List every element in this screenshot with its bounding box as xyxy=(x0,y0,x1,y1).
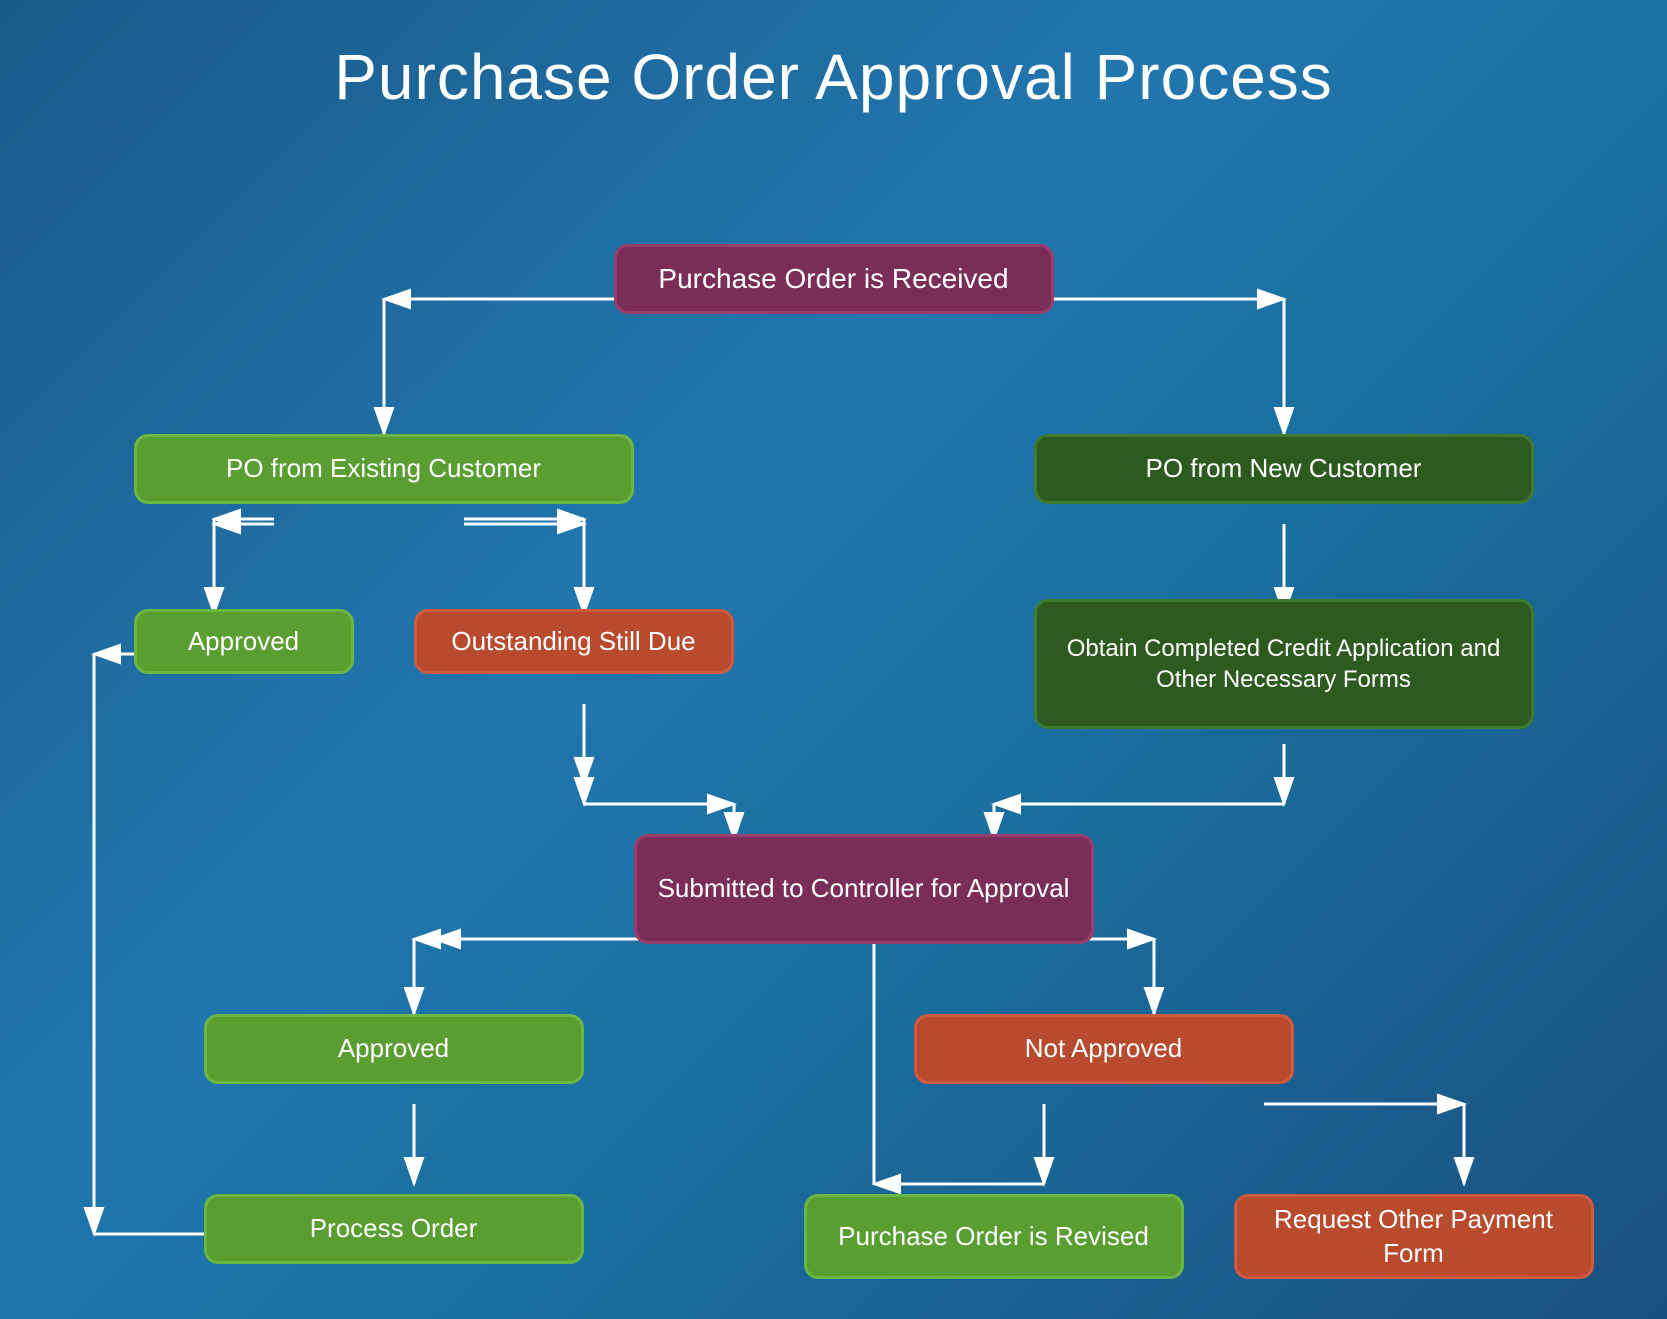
po-revised-node: Purchase Order is Revised xyxy=(804,1194,1184,1279)
po-received-node: Purchase Order is Received xyxy=(614,244,1054,314)
not-approved-node: Not Approved xyxy=(914,1014,1294,1084)
page-title: Purchase Order Approval Process xyxy=(0,0,1667,144)
po-existing-node: PO from Existing Customer xyxy=(134,434,634,504)
other-payment-node: Request Other Payment Form xyxy=(1234,1194,1594,1279)
po-new-node: PO from New Customer xyxy=(1034,434,1534,504)
approved-first-node: Approved xyxy=(134,609,354,674)
approved-second-node: Approved xyxy=(204,1014,584,1084)
obtain-credit-node: Obtain Completed Credit Application and … xyxy=(1034,599,1534,729)
process-order-node: Process Order xyxy=(204,1194,584,1264)
outstanding-node: Outstanding Still Due xyxy=(414,609,734,674)
submitted-node: Submitted to Controller for Approval xyxy=(634,834,1094,944)
